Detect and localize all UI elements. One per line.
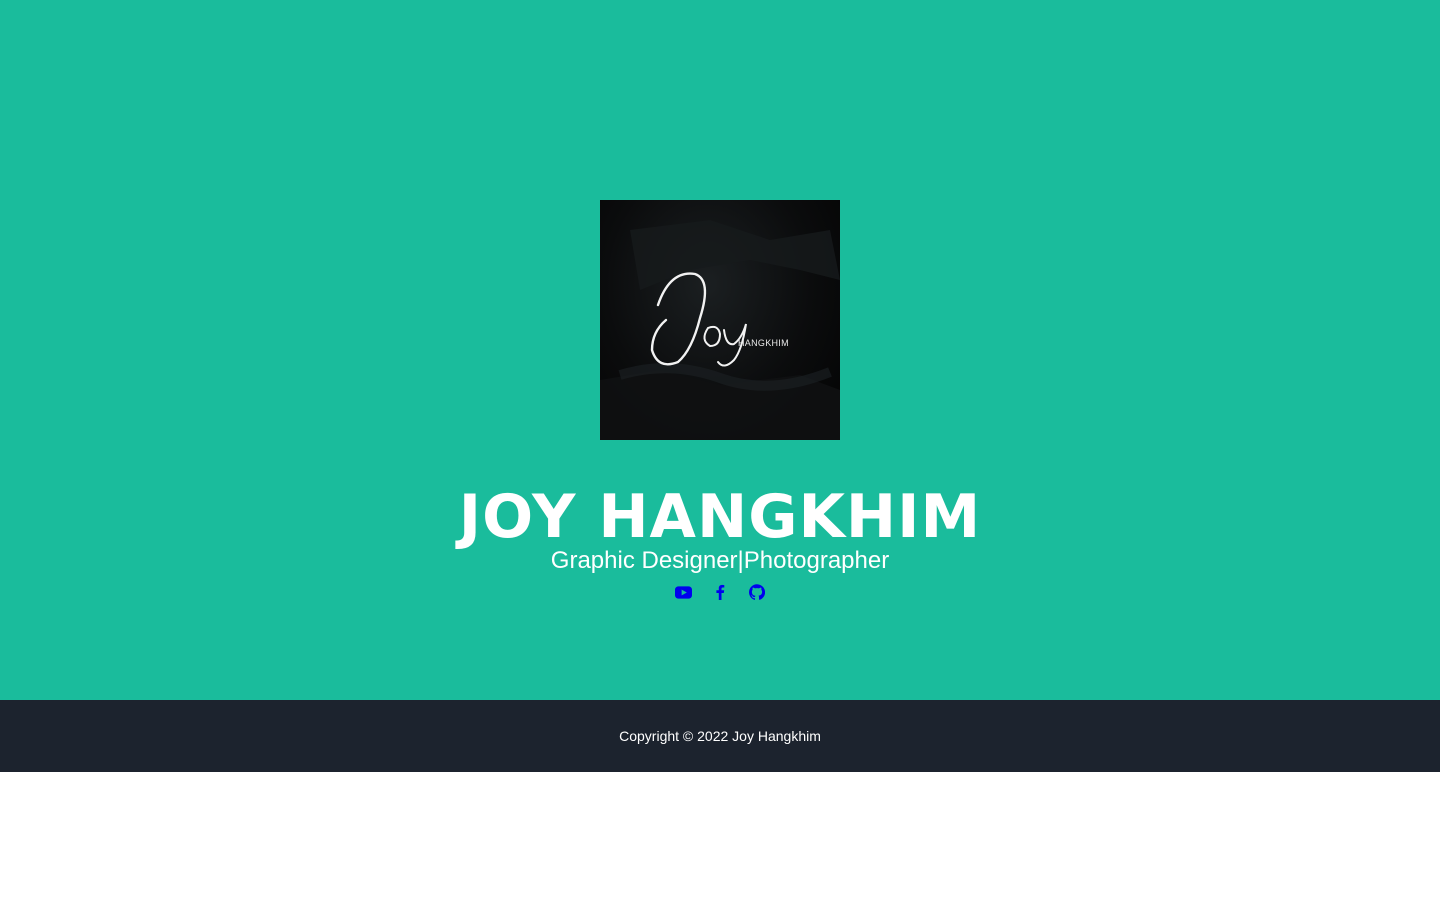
copyright-text: Copyright © 2022 Joy Hangkhim bbox=[619, 728, 821, 744]
masthead: HANGKHIM JOY HANGKHIM Graphic Designer|P… bbox=[0, 0, 1440, 700]
facebook-link[interactable] bbox=[712, 582, 729, 602]
social-links bbox=[0, 582, 1440, 602]
youtube-link[interactable] bbox=[674, 582, 692, 602]
signature-logo-artwork bbox=[600, 220, 840, 440]
logo-wordmark: HANGKHIM bbox=[738, 338, 789, 348]
logo-image bbox=[600, 200, 840, 440]
github-icon bbox=[749, 584, 765, 600]
page-subtitle: Graphic Designer|Photographer bbox=[550, 547, 890, 574]
github-link[interactable] bbox=[749, 582, 766, 602]
youtube-icon bbox=[674, 585, 692, 599]
facebook-icon bbox=[716, 584, 725, 600]
footer: Copyright © 2022 Joy Hangkhim bbox=[0, 700, 1440, 772]
